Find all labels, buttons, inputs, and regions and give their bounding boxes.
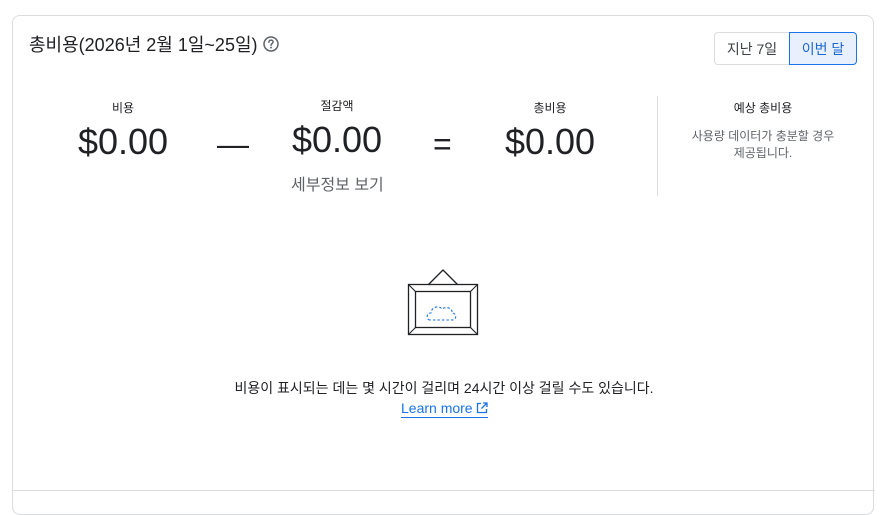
forecast-label: 예상 총비용 xyxy=(733,101,793,115)
learn-more-label: Learn more xyxy=(401,400,473,416)
framed-cloud-illustration xyxy=(407,269,479,336)
learn-more-link[interactable]: Learn more xyxy=(401,399,488,418)
period-toggle: 지난 7일 이번 달 xyxy=(714,32,857,65)
savings-metric: 절감액 $0.00 xyxy=(279,98,395,162)
forecast-description-line1: 사용량 데이터가 충분할 경우 xyxy=(691,129,835,143)
forecast-description-line2: 제공됩니다. xyxy=(733,146,793,160)
this-month-button[interactable]: 이번 달 xyxy=(789,32,857,65)
forecast-description: 사용량 데이터가 충분할 경우 제공됩니다. xyxy=(673,128,853,162)
total-value: $0.00 xyxy=(504,121,596,162)
total-metric: 총비용 $0.00 xyxy=(492,100,608,164)
minus-sign: — xyxy=(217,126,249,162)
cost-label: 비용 xyxy=(111,101,135,115)
empty-state-message: 비용이 표시되는 데는 몇 시간이 걸리며 24시간 이상 걸릴 수도 있습니다… xyxy=(234,380,654,396)
help-circle-icon[interactable] xyxy=(262,35,280,53)
cost-card: 총비용(2026년 2월 1일~25일) 지난 7일 이번 달 비용 $0.00… xyxy=(12,15,875,515)
forecast-section: 예상 총비용 사용량 데이터가 충분할 경우 제공됩니다. xyxy=(673,100,853,162)
savings-value: $0.00 xyxy=(291,119,383,160)
view-details-link[interactable]: 세부정보 보기 xyxy=(291,171,384,195)
savings-label: 절감액 xyxy=(320,99,354,113)
external-link-icon xyxy=(476,402,488,414)
last-7-days-button[interactable]: 지난 7일 xyxy=(714,32,789,65)
bottom-divider xyxy=(13,490,875,491)
vertical-divider xyxy=(657,96,658,196)
cost-value: $0.00 xyxy=(77,121,169,162)
cost-metric: 비용 $0.00 xyxy=(65,100,181,164)
equals-sign: = xyxy=(433,126,452,162)
card-title: 총비용(2026년 2월 1일~25일) xyxy=(29,35,258,55)
total-label: 총비용 xyxy=(533,101,567,115)
